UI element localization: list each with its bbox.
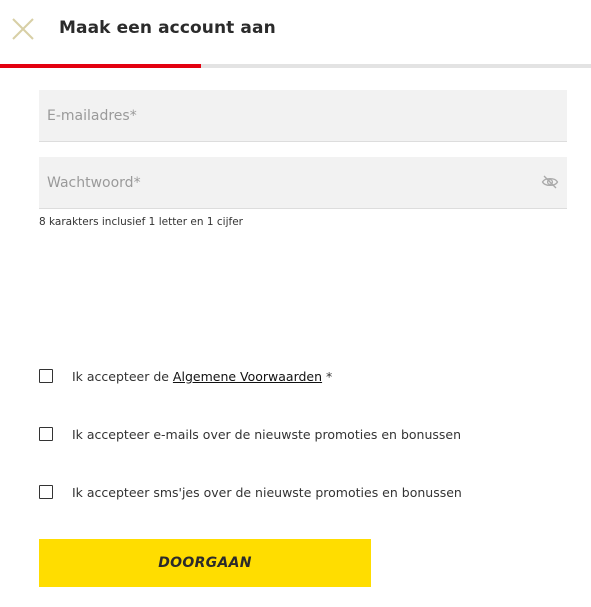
terms-label-prefix: Ik accepteer de	[72, 368, 173, 384]
terms-link[interactable]: Algemene Voorwaarden	[173, 369, 322, 384]
email-field[interactable]	[39, 90, 567, 142]
password-input[interactable]	[39, 157, 567, 208]
required-marker: *	[322, 368, 333, 384]
sms-consent-label: Ik accepteer sms'jes over de nieuwste pr…	[72, 484, 462, 500]
password-hint: 8 karakters inclusief 1 letter en 1 cijf…	[39, 216, 243, 228]
progress-bar-fill	[0, 64, 201, 68]
eye-off-icon	[541, 175, 559, 189]
close-icon	[12, 18, 34, 40]
consent-sms-row: Ik accepteer sms'jes over de nieuwste pr…	[39, 482, 462, 502]
email-input[interactable]	[39, 90, 567, 141]
terms-label: Ik accepteer de Algemene Voorwaarden *	[72, 369, 332, 384]
consent-terms-row: Ik accepteer de Algemene Voorwaarden *	[39, 366, 332, 386]
email-consent-checkbox[interactable]	[39, 427, 53, 441]
password-field[interactable]	[39, 157, 567, 209]
sms-consent-checkbox[interactable]	[39, 485, 53, 499]
terms-checkbox[interactable]	[39, 369, 53, 383]
header: Maak een account aan	[0, 0, 591, 64]
close-button[interactable]	[8, 14, 38, 44]
password-visibility-toggle[interactable]	[541, 173, 559, 191]
progress-bar	[0, 64, 591, 68]
continue-button[interactable]: DOORGAAN	[39, 539, 371, 587]
consent-email-row: Ik accepteer e-mails over de nieuwste pr…	[39, 424, 461, 444]
page-title: Maak een account aan	[59, 18, 276, 38]
email-consent-label: Ik accepteer e-mails over de nieuwste pr…	[72, 426, 462, 442]
